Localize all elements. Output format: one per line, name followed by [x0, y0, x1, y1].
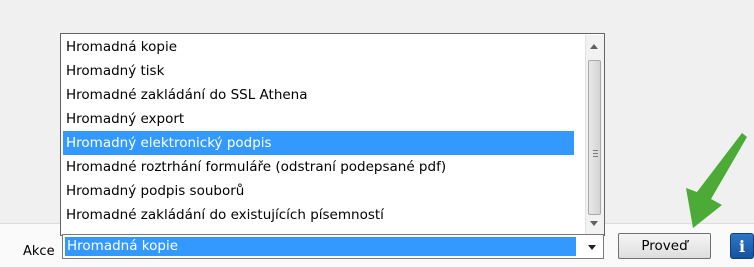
option-hromadny-tisk[interactable]: Hromadný tisk	[63, 59, 634, 83]
option-hromadny-export[interactable]: Hromadný export	[63, 107, 634, 131]
option-hromadny-elektronicky-podpis[interactable]: Hromadný elektronický podpis	[63, 131, 574, 155]
option-hromadne-roztrhani-formulare[interactable]: Hromadné roztrhání formuláře (odstraní p…	[63, 155, 634, 179]
action-combobox[interactable]: Hromadná kopie	[62, 234, 604, 259]
grip-icon	[593, 150, 598, 157]
option-hromadne-zakladani-existujici[interactable]: Hromadné zakládání do existujících písem…	[63, 203, 634, 227]
action-combobox-value: Hromadná kopie	[65, 237, 576, 256]
option-hromadny-podpis-souboru[interactable]: Hromadný podpis souborů	[63, 179, 634, 203]
run-button[interactable]: Proveď	[618, 233, 711, 259]
action-label: Akce	[23, 244, 55, 259]
dropdown-scrollbar[interactable]	[585, 35, 604, 235]
scroll-up-icon[interactable]	[590, 44, 598, 49]
info-icon: i	[738, 236, 746, 256]
chevron-down-icon[interactable]	[588, 245, 596, 250]
info-button[interactable]: i	[730, 233, 754, 259]
option-hromadne-zakladani-ssl-athena[interactable]: Hromadné zakládání do SSL Athena	[63, 83, 634, 107]
option-hromadna-kopie[interactable]: Hromadná kopie	[63, 35, 634, 59]
scroll-thumb[interactable]	[588, 60, 601, 215]
action-dropdown-list[interactable]: Hromadná kopie Hromadný tisk Hromadné za…	[60, 33, 605, 236]
scroll-down-icon[interactable]	[590, 221, 598, 226]
